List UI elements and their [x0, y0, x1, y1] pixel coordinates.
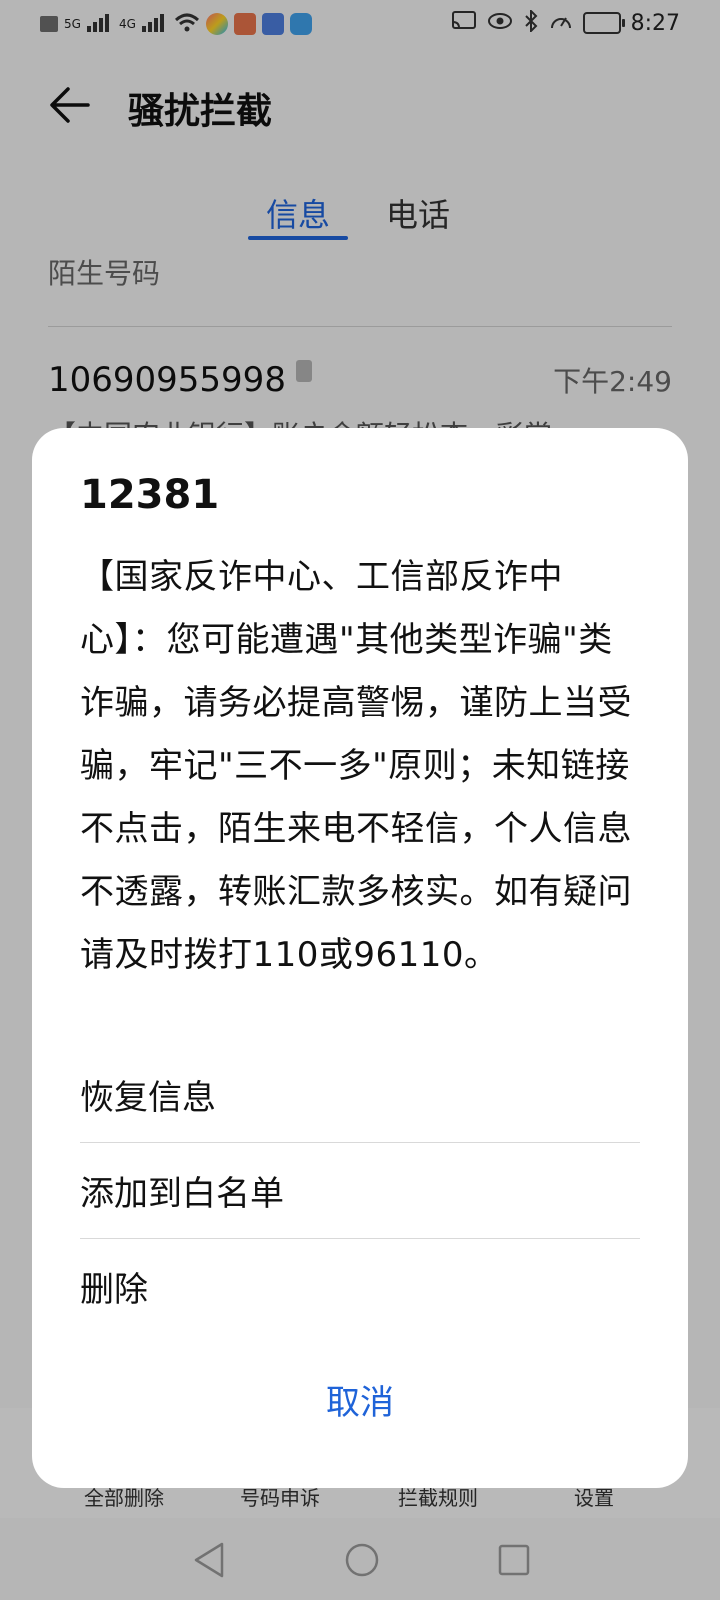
- screen: 5G 4G 8:27 骚扰拦截 信息 电话 陌生号码 10690955998 下…: [0, 0, 720, 1600]
- dialog-title: 12381: [80, 472, 220, 518]
- option-label: 删除: [80, 1270, 148, 1310]
- message-dialog: 12381 【国家反诈中心、工信部反诈中心】：您可能遭遇"其他类型诈骗"类诈骗，…: [32, 428, 688, 1488]
- add-to-whitelist-option[interactable]: 添加到白名单: [80, 1144, 640, 1238]
- delete-option[interactable]: 删除: [80, 1240, 640, 1334]
- dialog-message-body: 【国家反诈中心、工信部反诈中心】：您可能遭遇"其他类型诈骗"类诈骗，请务必提高警…: [80, 557, 632, 975]
- divider: [80, 1142, 640, 1143]
- divider: [80, 1238, 640, 1239]
- option-label: 添加到白名单: [80, 1174, 284, 1214]
- restore-message-option[interactable]: 恢复信息: [80, 1048, 640, 1142]
- cancel-button[interactable]: 取消: [32, 1368, 688, 1438]
- option-label: 恢复信息: [80, 1078, 216, 1118]
